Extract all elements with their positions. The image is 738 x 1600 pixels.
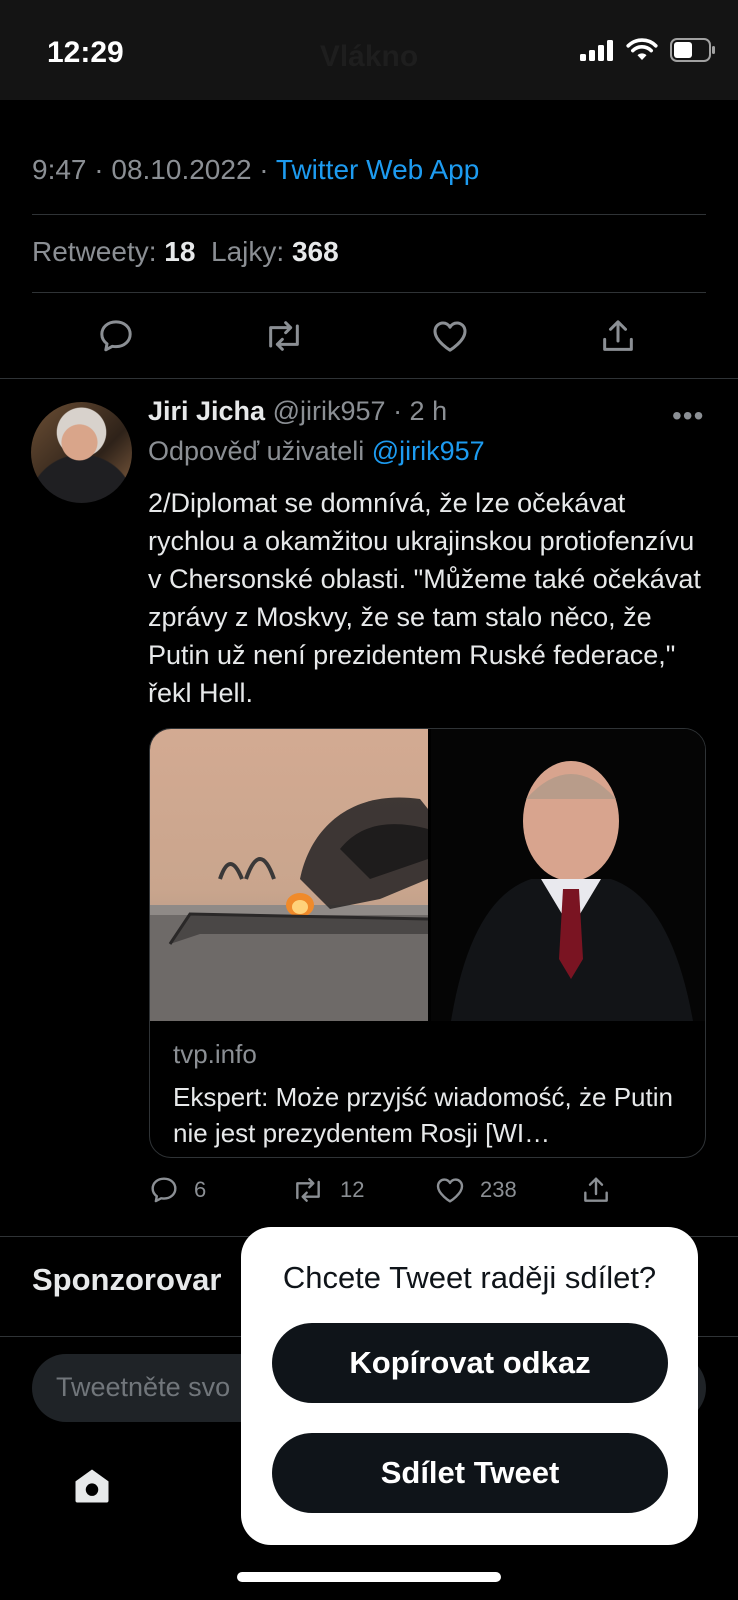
more-icon: ••• <box>672 400 705 431</box>
home-indicator[interactable] <box>237 1572 501 1582</box>
reply-like-button[interactable]: 238 <box>434 1174 517 1206</box>
likes-count[interactable]: 368 <box>292 236 339 267</box>
divider <box>32 214 706 215</box>
divider <box>0 378 738 379</box>
status-bar: Vlákno 12:29 <box>0 0 738 100</box>
tweet-text: 2/Diplomat se domnívá, že lze očekávat r… <box>148 488 701 708</box>
author-handle[interactable]: @jirik957 <box>273 396 386 426</box>
divider <box>32 292 706 293</box>
status-time: 12:29 <box>47 36 124 69</box>
share-sheet: Chcete Tweet raději sdílet? Kopírovat od… <box>241 1227 698 1545</box>
like-button[interactable] <box>424 310 476 362</box>
copy-link-button[interactable]: Kopírovat odkaz <box>272 1323 668 1403</box>
card-image-bridge <box>150 729 428 1021</box>
tweet-timestamp: 9:47 · 08.10.2022 · Twitter Web App <box>32 154 479 186</box>
avatar[interactable] <box>31 402 132 503</box>
author-name[interactable]: Jiri Jicha <box>148 396 265 426</box>
retweets-label: Retweety: <box>32 236 165 267</box>
compose-placeholder: Tweetněte svo <box>56 1372 231 1402</box>
home-tab[interactable] <box>70 1464 114 1513</box>
reply-share-button[interactable] <box>580 1174 612 1206</box>
likes-label: Lajky: <box>211 236 292 267</box>
main-tweet-actions <box>0 310 738 362</box>
tweet-stats: Retweety: 18 Lajky: 368 <box>32 236 339 268</box>
card-title: Ekspert: Może przyjść wiadomość, że Puti… <box>173 1082 673 1148</box>
share-icon <box>603 320 633 351</box>
retweet-count: 12 <box>340 1177 365 1202</box>
signal-icon <box>580 40 613 61</box>
home-icon <box>75 1469 109 1503</box>
reply-to-line: Odpověď uživateli @jirik957 <box>148 436 485 467</box>
like-icon <box>436 1178 464 1203</box>
share-icon <box>584 1177 608 1202</box>
retweets-count[interactable]: 18 <box>164 236 195 267</box>
reply-prefix: Odpověď uživateli <box>148 436 372 466</box>
retweet-icon <box>296 1178 320 1202</box>
retweet-icon <box>269 321 299 351</box>
share-button[interactable] <box>592 310 644 362</box>
tweet-source-app[interactable]: Twitter Web App <box>276 154 479 185</box>
reply-icon <box>151 1177 177 1203</box>
share-sheet-title: Chcete Tweet raději sdílet? <box>282 1260 657 1295</box>
battery-icon <box>670 38 715 62</box>
sponsored-label: Sponzorovar <box>32 1262 222 1297</box>
reply-count: 6 <box>194 1177 207 1202</box>
more-button[interactable]: ••• <box>672 400 704 432</box>
link-card[interactable]: tvp.info Ekspert: Może przyjść wiadomość… <box>149 728 706 1158</box>
share-tweet-button[interactable]: Sdílet Tweet <box>272 1433 668 1513</box>
card-domain: tvp.info <box>173 1039 257 1069</box>
retweet-button[interactable] <box>258 310 310 362</box>
reply-header: Jiri Jicha @jirik957 · 2 h <box>148 396 447 427</box>
reply-button[interactable] <box>90 310 142 362</box>
card-image-portrait <box>431 729 705 1021</box>
reply-actions: 6 12 238 <box>148 1174 708 1216</box>
reply-reply-button[interactable]: 6 <box>148 1174 206 1206</box>
like-icon <box>433 321 467 352</box>
like-count: 238 <box>480 1177 517 1202</box>
reply-icon <box>100 320 132 352</box>
reply-time: · 2 h <box>393 396 448 426</box>
reply-retweet-button[interactable]: 12 <box>290 1174 364 1206</box>
reply-to-handle[interactable]: @jirik957 <box>372 436 485 466</box>
tweet-time-date: 9:47 · 08.10.2022 · <box>32 154 276 185</box>
status-icons <box>580 38 716 62</box>
wifi-icon <box>626 38 658 60</box>
